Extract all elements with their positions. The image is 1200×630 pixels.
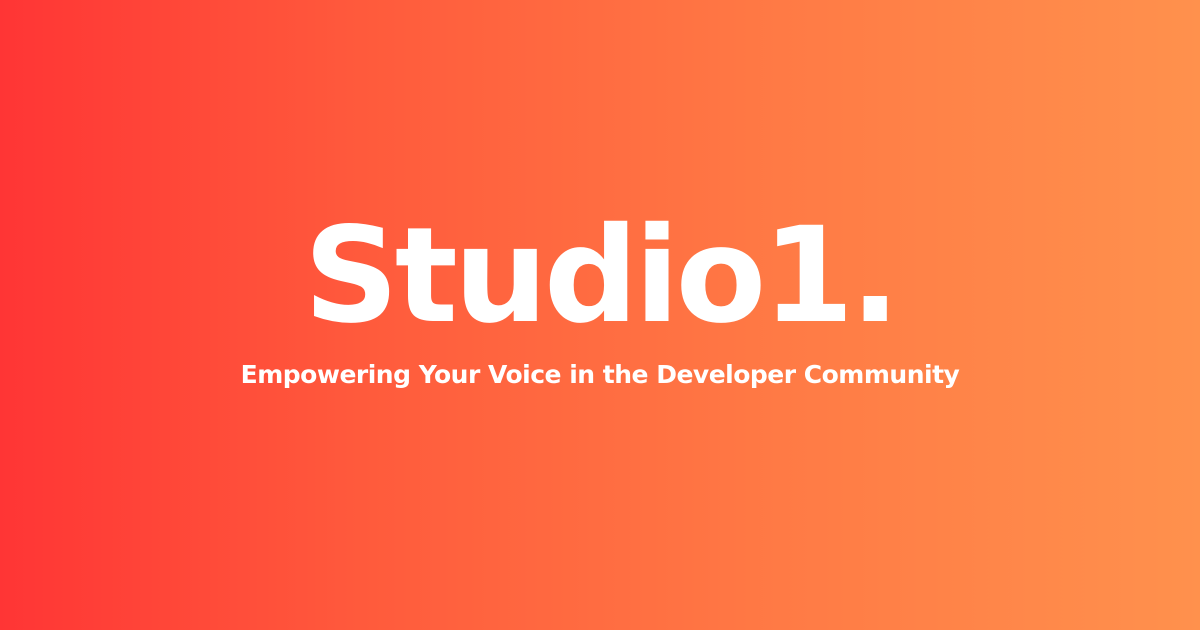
tagline: Empowering Your Voice in the Developer C… [240, 360, 960, 389]
hero-banner: Studio1. Empowering Your Voice in the De… [0, 0, 1200, 630]
brand-logo-wordmark: Studio1. [303, 199, 901, 353]
